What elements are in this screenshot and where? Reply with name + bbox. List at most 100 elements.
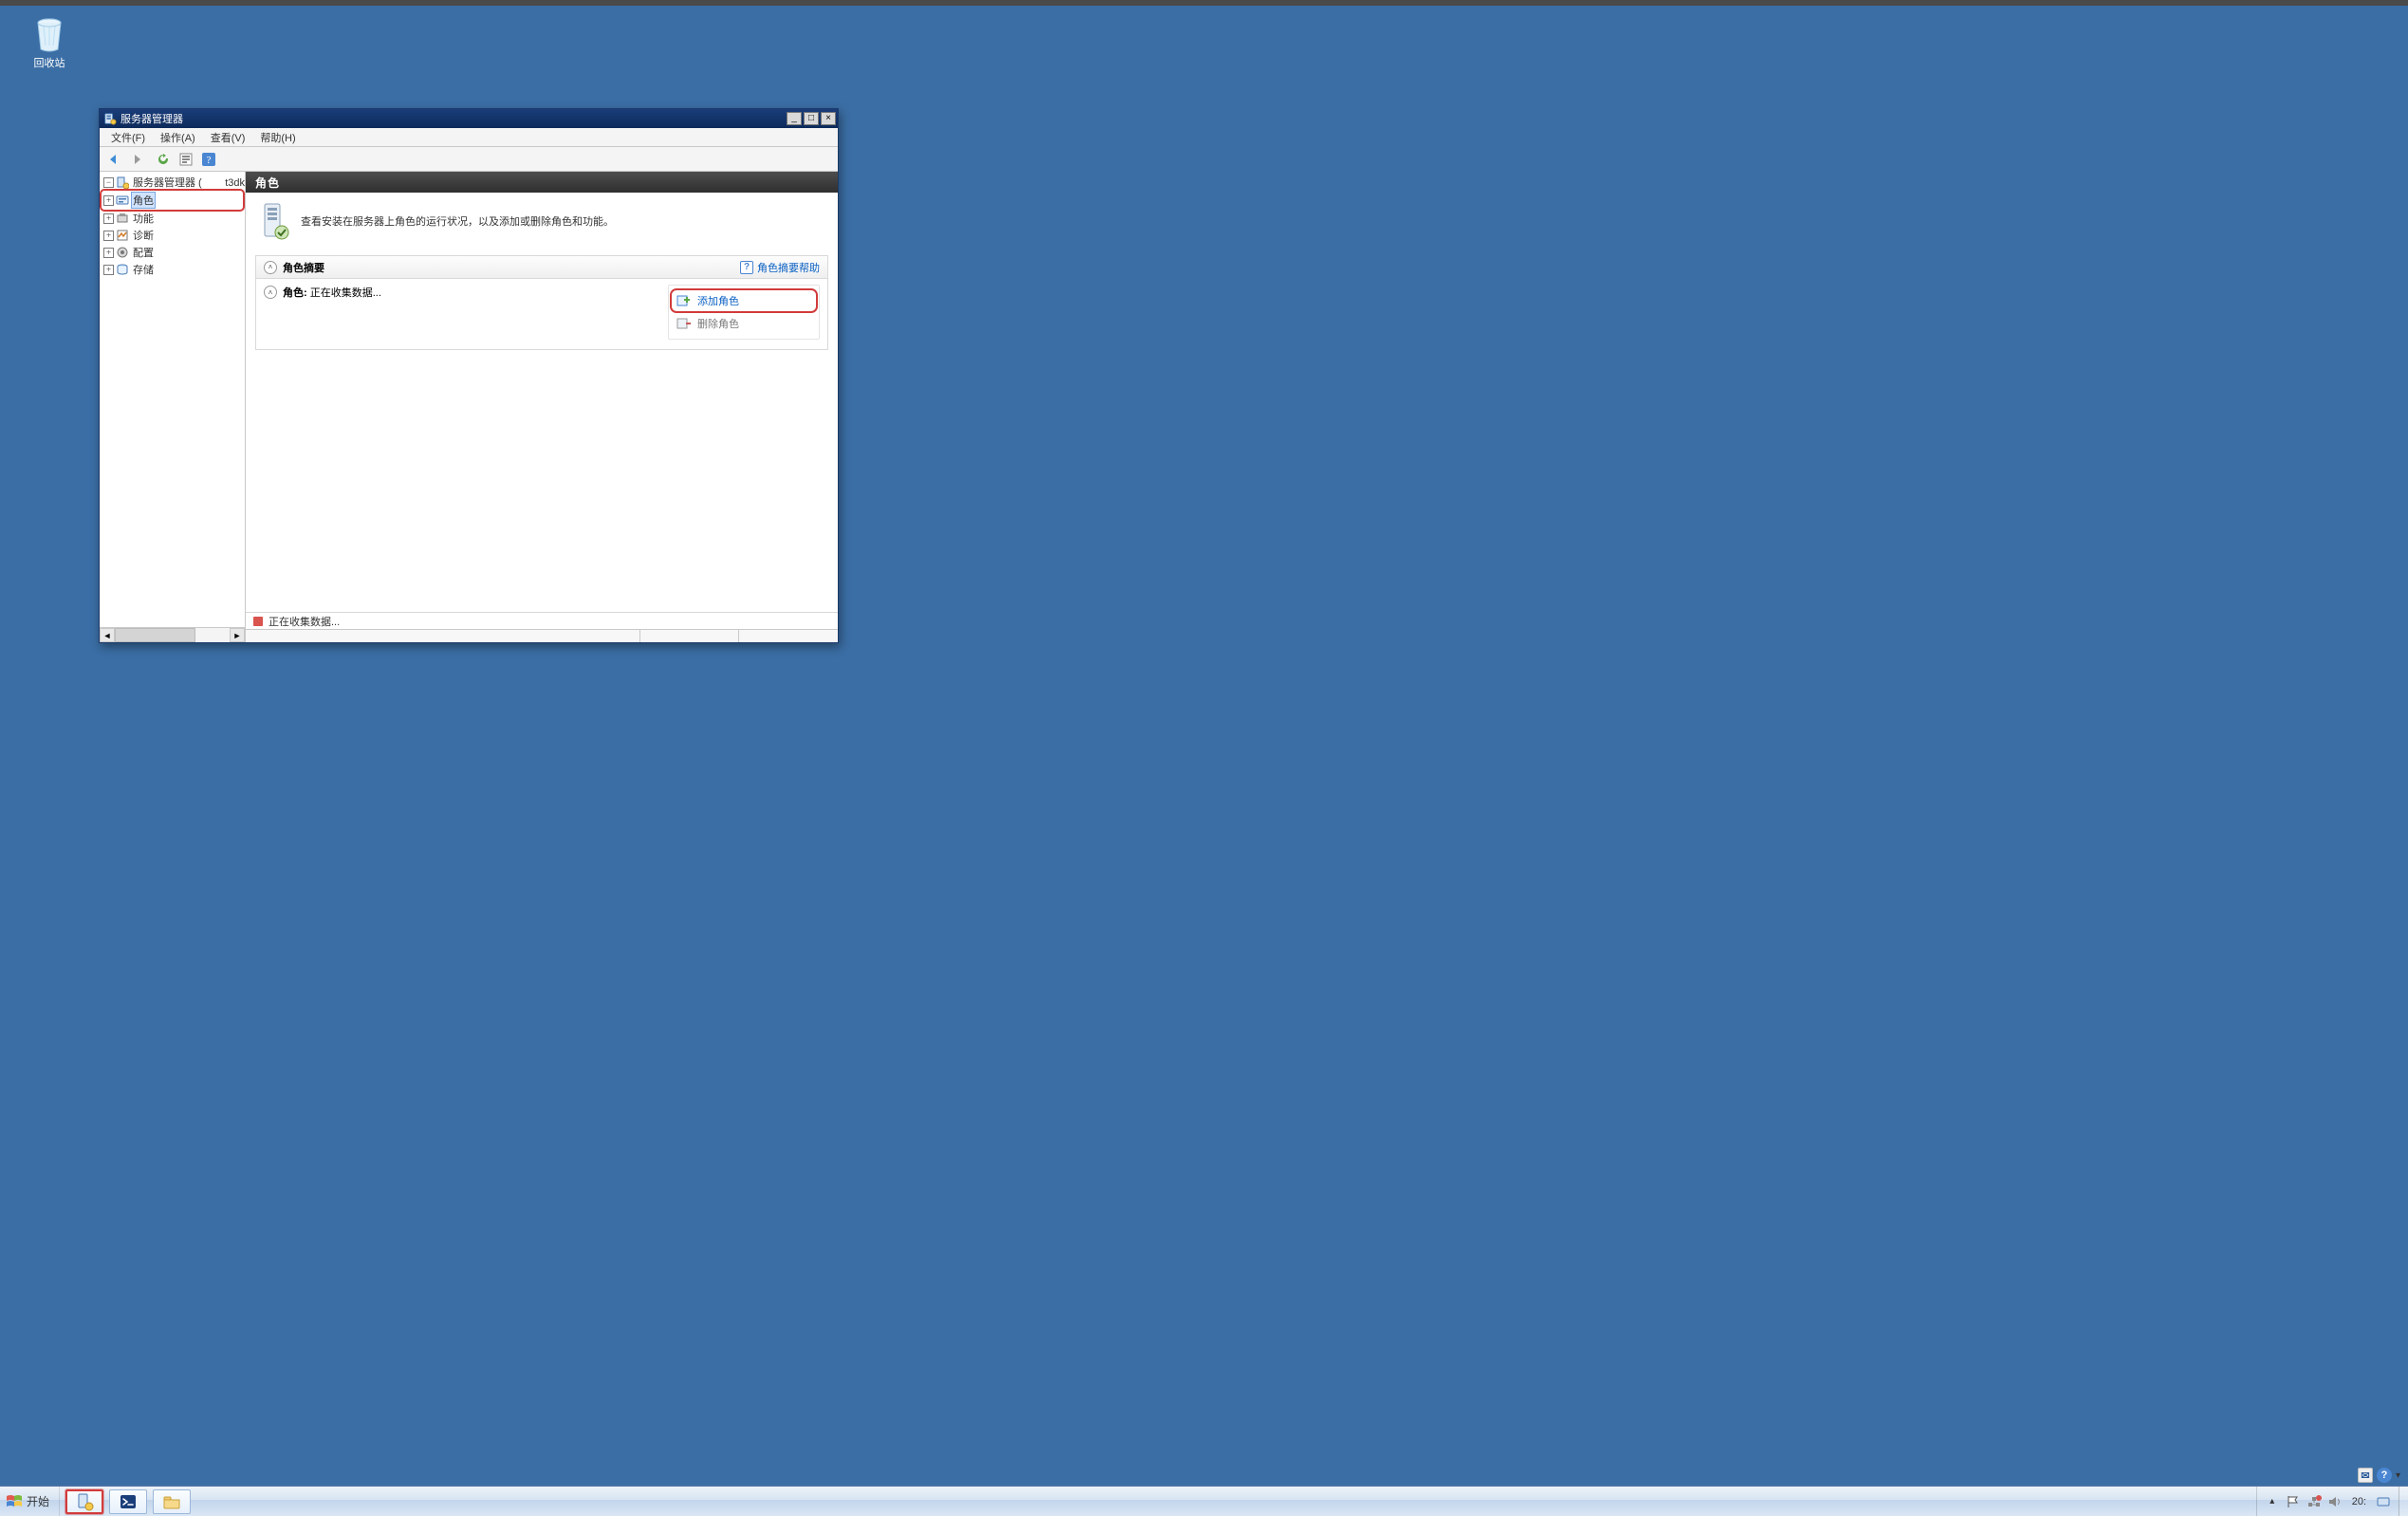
roles-summary-card: ˄ 角色摘要 ? 角色摘要帮助 ˄ 角色: 正 xyxy=(255,255,828,350)
nav-forward-button[interactable] xyxy=(126,150,147,169)
roles-label: 角色: xyxy=(283,287,307,299)
tree-node-features[interactable]: + 功能 xyxy=(102,210,243,227)
tree-root[interactable]: − 服务器管理器 ( t3dk + 角色 xyxy=(102,174,243,278)
content-fill xyxy=(246,350,838,612)
maximize-button[interactable]: □ xyxy=(804,112,819,125)
task-server-manager[interactable] xyxy=(65,1489,103,1514)
window-title: 服务器管理器 xyxy=(120,111,787,126)
summary-header: ˄ 角色摘要 ? 角色摘要帮助 xyxy=(256,256,827,279)
tray-flag-icon[interactable] xyxy=(2286,1494,2301,1509)
tray-time[interactable]: 20: xyxy=(2348,1496,2370,1507)
collapse-icon[interactable]: ˄ xyxy=(264,286,277,299)
tray-chevron-icon[interactable]: ▴ xyxy=(2265,1494,2280,1509)
collapse-icon[interactable]: ˄ xyxy=(264,261,277,274)
svg-text:?: ? xyxy=(207,155,212,166)
add-role-link[interactable]: 添加角色 xyxy=(673,291,815,310)
tree-node-diagnostics[interactable]: + 诊断 xyxy=(102,227,243,244)
properties-icon xyxy=(178,152,194,167)
content-sub: 查看安装在服务器上角色的运行状况，以及添加或删除角色和功能。 xyxy=(246,193,838,255)
server-icon xyxy=(116,176,129,189)
indicator-help-icon[interactable]: ? xyxy=(2377,1468,2392,1483)
system-tray: ▴ 20: xyxy=(2256,1487,2399,1516)
titlebar[interactable]: 服务器管理器 _ □ × xyxy=(100,109,838,128)
recycle-bin-icon xyxy=(32,15,66,53)
toolbar-separator xyxy=(149,150,151,169)
expander-icon[interactable]: + xyxy=(103,213,114,224)
task-powershell[interactable] xyxy=(109,1489,147,1514)
tree-node-config[interactable]: + 配置 xyxy=(102,244,243,261)
tray-volume-icon[interactable] xyxy=(2327,1494,2343,1509)
task-explorer[interactable] xyxy=(153,1489,191,1514)
tree-node-label: 功能 xyxy=(131,211,156,226)
expander-icon[interactable]: + xyxy=(103,195,114,206)
expander-icon[interactable]: − xyxy=(103,177,114,188)
server-tower-icon xyxy=(259,202,289,240)
window-controls: _ □ × xyxy=(787,112,836,125)
summary-title: 角色摘要 xyxy=(283,260,324,275)
remove-role-icon xyxy=(676,317,692,330)
status-segment xyxy=(246,630,639,642)
expander-icon[interactable]: + xyxy=(103,265,114,275)
tray-network-icon[interactable] xyxy=(2306,1494,2322,1509)
scroll-left-button[interactable]: ◄ xyxy=(100,628,115,642)
tree-node-label: 角色 xyxy=(131,192,156,209)
roles-icon xyxy=(116,194,129,207)
menu-view[interactable]: 查看(V) xyxy=(203,128,253,147)
help-icon: ? xyxy=(201,152,216,167)
server-manager-icon xyxy=(75,1492,94,1511)
content-header: 角色 xyxy=(246,172,838,193)
folder-icon xyxy=(162,1492,181,1511)
show-desktop-button[interactable] xyxy=(2399,1487,2408,1516)
summary-help-label: 角色摘要帮助 xyxy=(757,260,820,275)
nav-back-button[interactable] xyxy=(103,150,124,169)
chevron-icon[interactable]: ▾ xyxy=(2396,1470,2400,1481)
scroll-thumb[interactable] xyxy=(115,628,195,642)
status-indicator-icon xyxy=(253,617,263,626)
tree-horizontal-scrollbar[interactable]: ◄ ► xyxy=(100,627,245,642)
add-role-icon xyxy=(676,294,692,307)
summary-left: ˄ 角色: 正在收集数据... xyxy=(264,285,658,340)
summary-help-link[interactable]: ? 角色摘要帮助 xyxy=(740,260,820,275)
minimize-button[interactable]: _ xyxy=(787,112,802,125)
toolbar: ? xyxy=(100,147,838,172)
task-items xyxy=(60,1487,196,1516)
status-segment xyxy=(738,630,838,642)
menu-action[interactable]: 操作(A) xyxy=(153,128,203,147)
menu-file[interactable]: 文件(F) xyxy=(103,128,153,147)
remove-role-link[interactable]: 删除角色 xyxy=(673,314,815,333)
remove-role-label: 删除角色 xyxy=(697,316,739,331)
start-button[interactable]: 开始 xyxy=(0,1487,60,1516)
tree-node-storage[interactable]: + 存储 xyxy=(102,261,243,278)
summary-body: ˄ 角色: 正在收集数据... 添加角色 xyxy=(256,279,827,349)
status-segment xyxy=(639,630,739,642)
properties-button[interactable] xyxy=(176,150,196,169)
recycle-bin[interactable]: 回收站 xyxy=(19,15,80,70)
tree-node-roles[interactable]: + 角色 xyxy=(102,191,243,210)
status-row: 正在收集数据... xyxy=(246,612,838,629)
help-button[interactable]: ? xyxy=(198,150,219,169)
server-manager-window: 服务器管理器 _ □ × 文件(F) 操作(A) 查看(V) 帮助(H) xyxy=(99,108,839,643)
status-text: 正在收集数据... xyxy=(269,614,340,629)
tree[interactable]: − 服务器管理器 ( t3dk + 角色 xyxy=(100,172,245,627)
refresh-button[interactable] xyxy=(153,150,174,169)
start-label: 开始 xyxy=(27,1493,49,1509)
expander-icon[interactable]: + xyxy=(103,248,114,258)
arrow-right-icon xyxy=(129,152,144,167)
diagnostics-icon xyxy=(116,229,129,242)
expander-icon[interactable]: + xyxy=(103,231,114,241)
indicator-icon[interactable]: ✉ xyxy=(2358,1468,2373,1483)
scroll-track[interactable] xyxy=(115,628,230,642)
taskbar: 开始 ▴ 20: xyxy=(0,1486,2408,1516)
roles-collecting-text: 正在收集数据... xyxy=(310,287,381,299)
config-icon xyxy=(116,246,129,259)
windows-logo-icon xyxy=(6,1493,23,1510)
scroll-right-button[interactable]: ► xyxy=(230,628,245,642)
content-description: 查看安装在服务器上角色的运行状况，以及添加或删除角色和功能。 xyxy=(301,213,614,229)
menu-help[interactable]: 帮助(H) xyxy=(252,128,303,147)
bottom-status-bar xyxy=(246,629,838,642)
tree-node-label: 配置 xyxy=(131,245,156,260)
close-button[interactable]: × xyxy=(821,112,836,125)
desktop: 回收站 服务器管理器 _ □ × 文件(F) 操作(A) 查看(V) 帮助(H) xyxy=(0,6,2408,1486)
tray-extra-icon[interactable] xyxy=(2376,1494,2391,1509)
tree-node-label: 存储 xyxy=(131,262,156,277)
